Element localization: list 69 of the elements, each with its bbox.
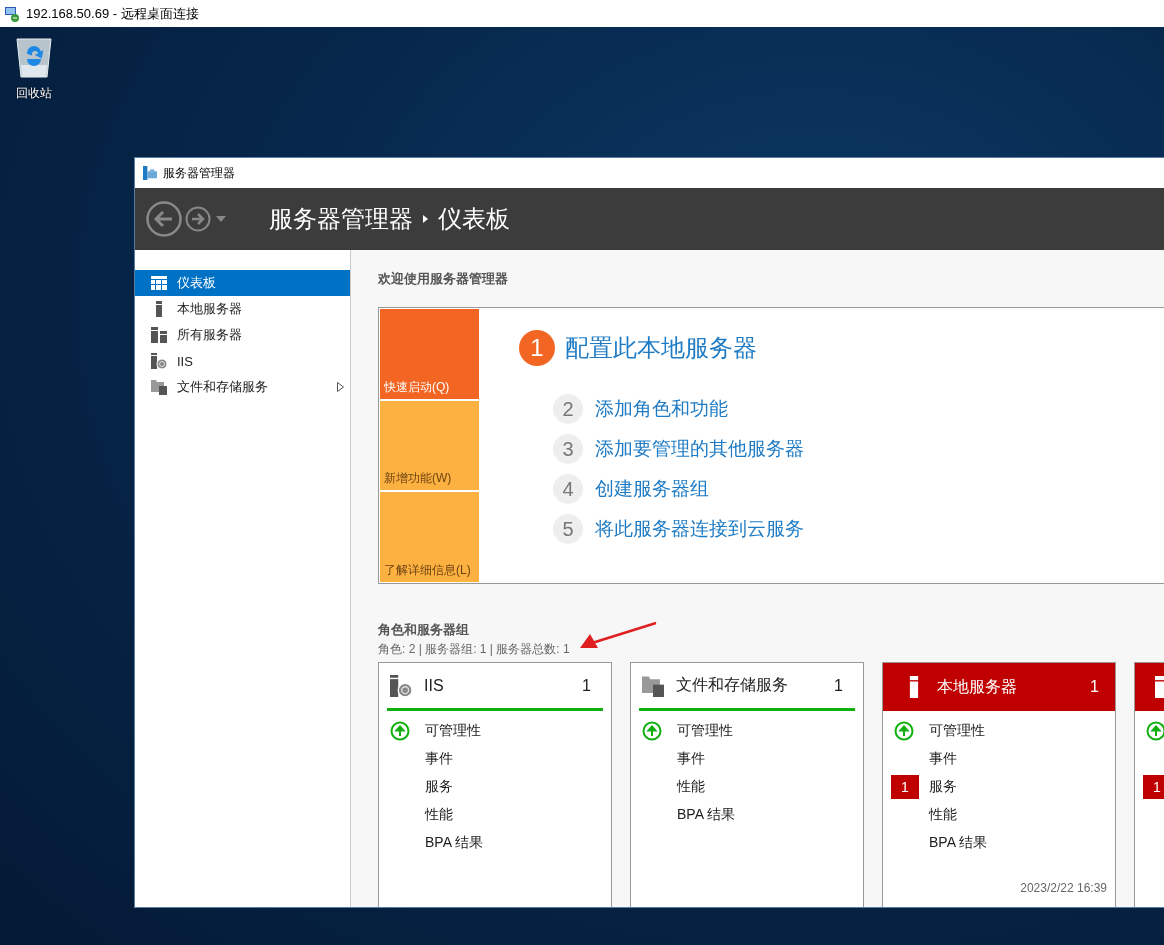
card-row-link[interactable]: BPA 结果 xyxy=(929,834,988,852)
card-row-link[interactable]: BPA 结果 xyxy=(677,806,736,824)
section-heading: 欢迎使用服务器管理器 xyxy=(378,270,508,288)
step-link[interactable]: 配置此本地服务器 xyxy=(565,332,757,364)
back-icon[interactable] xyxy=(146,201,182,237)
sidebar-item[interactable]: 所有服务器 xyxy=(135,322,350,348)
dashboard-icon xyxy=(151,275,167,291)
folder-icon xyxy=(642,674,664,697)
card-count: 1 xyxy=(582,676,591,695)
card-row-link[interactable]: BPA 结果 xyxy=(425,834,484,852)
step-link[interactable]: 将此服务器连接到云服务 xyxy=(595,516,804,542)
card-title: IIS xyxy=(424,676,445,695)
card-row-link[interactable]: 事件 xyxy=(677,750,705,768)
card-count: 1 xyxy=(834,676,843,695)
card-row-link[interactable]: 性能 xyxy=(929,806,957,824)
server-globe-icon xyxy=(151,353,167,369)
folder-icon xyxy=(151,379,167,395)
card-title: 本地服务器 xyxy=(937,676,1018,697)
card-row-link[interactable]: 事件 xyxy=(929,750,957,768)
timestamp: 2023/2/22 16:39 xyxy=(1020,881,1107,895)
sidebar-item[interactable]: 仪表板 xyxy=(135,270,350,296)
sidebar-item[interactable]: 文件和存储服务 xyxy=(135,374,350,400)
breadcrumb-item[interactable]: 服务器管理器 xyxy=(269,203,413,235)
card-title: 文件和存储服务 xyxy=(676,675,789,695)
section-heading: 角色和服务器组 xyxy=(378,621,469,639)
servers-icon xyxy=(151,327,167,343)
summary-text: 角色: 2 | 服务器组: 1 | 服务器总数: 1 xyxy=(378,641,570,658)
alert-count[interactable]: 1 xyxy=(891,775,919,799)
role-card[interactable]: IIS 1 可管理性 事件 服务 性能 BPA 结果 xyxy=(378,662,612,907)
step-number: 5 xyxy=(553,514,583,544)
breadcrumb-item: 仪表板 xyxy=(438,204,510,234)
server-globe-icon xyxy=(390,674,412,697)
card-row-link[interactable]: 服务 xyxy=(425,778,453,796)
expand-arrow-icon[interactable] xyxy=(337,382,344,392)
step-link[interactable]: 创建服务器组 xyxy=(595,476,709,502)
card-row-link[interactable]: 可管理性 xyxy=(425,722,481,740)
step-number: 2 xyxy=(553,394,583,424)
alert-count[interactable]: 1 xyxy=(1143,775,1164,799)
server-manager-icon xyxy=(143,166,157,180)
step-link[interactable]: 添加要管理的其他服务器 xyxy=(595,436,804,462)
step-link[interactable]: 添加角色和功能 xyxy=(595,396,728,422)
role-card[interactable]: 1 xyxy=(1134,662,1164,907)
window-title: 192.168.50.69 - 远程桌面连接 xyxy=(26,4,199,23)
card-row-link[interactable]: 服务 xyxy=(929,778,957,796)
card-header[interactable]: IIS 1 xyxy=(387,663,603,711)
quick-start-tile[interactable]: 了解详细信息(L) xyxy=(380,492,479,582)
desktop-icon-label[interactable]: 回收站 xyxy=(16,85,52,102)
dropdown-caret-icon[interactable] xyxy=(216,216,226,222)
card-row-link[interactable]: 事件 xyxy=(425,750,453,768)
role-card[interactable]: 本地服务器 1 可管理性 事件 1 服务 性能 BPA 结果 2023/2/22 16:39 xyxy=(882,662,1116,907)
remote-desktop-icon xyxy=(4,5,20,22)
card-row-link[interactable]: 可管理性 xyxy=(929,722,985,740)
card-row-link[interactable]: 可管理性 xyxy=(677,722,733,740)
sidebar-item[interactable]: 本地服务器 xyxy=(135,296,350,322)
step-number: 1 xyxy=(519,330,555,366)
recycle-bin-icon[interactable] xyxy=(14,35,54,79)
step-number: 3 xyxy=(553,434,583,464)
window-title: 服务器管理器 xyxy=(163,164,235,182)
sidebar-item[interactable]: IIS xyxy=(135,348,350,374)
card-row-link[interactable]: 性能 xyxy=(425,806,453,824)
card-header[interactable]: 本地服务器 1 xyxy=(883,663,1115,711)
forward-icon[interactable] xyxy=(185,206,211,232)
role-card[interactable]: 文件和存储服务 1 可管理性 事件 性能 BPA 结果 xyxy=(630,662,864,907)
step-number: 4 xyxy=(553,474,583,504)
card-row-link[interactable]: 性能 xyxy=(677,778,705,796)
breadcrumb-separator-icon xyxy=(423,215,428,223)
card-header[interactable]: 文件和存储服务 1 xyxy=(639,663,855,711)
quick-start-tile[interactable]: 新增功能(W) xyxy=(380,400,479,491)
card-count: 1 xyxy=(1090,678,1099,696)
